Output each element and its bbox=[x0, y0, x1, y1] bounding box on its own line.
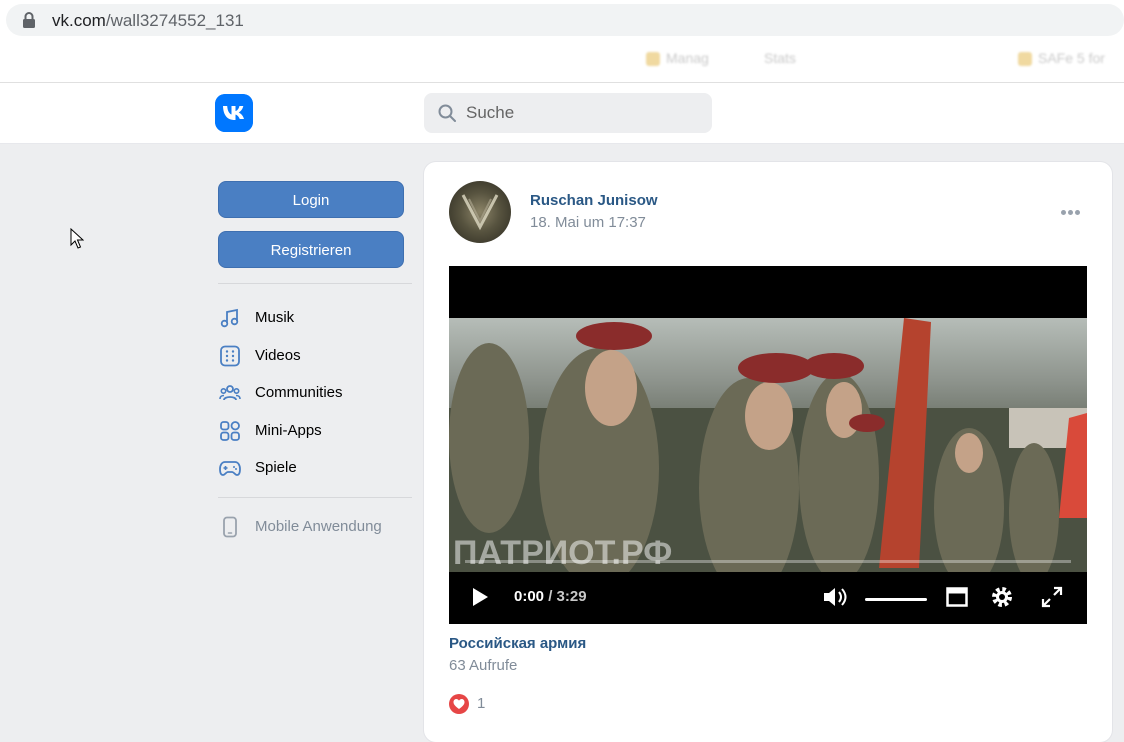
bookmark-label: Manag bbox=[666, 50, 709, 66]
avatar-emblem-icon bbox=[461, 194, 499, 231]
more-options-icon[interactable] bbox=[1061, 202, 1083, 215]
login-button[interactable]: Login bbox=[218, 181, 404, 218]
time-separator: / bbox=[544, 588, 557, 605]
smartphone-icon bbox=[223, 516, 237, 537]
video-duration: 3:29 bbox=[556, 588, 587, 605]
lock-icon bbox=[23, 12, 35, 28]
settings-gear-icon[interactable] bbox=[989, 584, 1015, 610]
search-box[interactable]: Suche bbox=[424, 93, 712, 133]
communities-icon bbox=[219, 385, 241, 401]
sidebar-item-label: Videos bbox=[255, 346, 301, 364]
video-progress-bar[interactable] bbox=[465, 560, 1071, 563]
mini-apps-icon bbox=[220, 420, 240, 441]
address-bar[interactable]: vk.com/wall3274552_131 bbox=[6, 4, 1124, 36]
sidebar-item-music[interactable]: Musik bbox=[218, 301, 412, 339]
mouse-cursor-icon bbox=[70, 228, 84, 249]
url-text: vk.com/wall3274552_131 bbox=[52, 11, 244, 31]
bookmark-item[interactable]: SAFe 5 for bbox=[1018, 50, 1105, 67]
bookmark-item[interactable]: Manag bbox=[646, 50, 709, 67]
sidebar-item-games[interactable]: Spiele bbox=[218, 451, 412, 489]
miniplayer-icon[interactable] bbox=[946, 587, 968, 607]
sidebar-item-videos[interactable]: Videos bbox=[218, 339, 412, 377]
post-author[interactable]: Ruschan Junisow bbox=[530, 192, 658, 209]
post-card: Ruschan Junisow 18. Mai um 17:37 ПАТРИОТ… bbox=[424, 162, 1112, 742]
bookmarks-bar: Manag Stats SAFe 5 for bbox=[0, 40, 1124, 80]
post-date[interactable]: 18. Mai um 17:37 bbox=[530, 214, 646, 231]
bookmark-label: Stats bbox=[764, 50, 796, 66]
play-icon[interactable] bbox=[471, 587, 489, 607]
volume-icon[interactable] bbox=[822, 586, 850, 608]
sidebar-item-label: Spiele bbox=[255, 459, 297, 476]
view-count: 63 Aufrufe bbox=[449, 657, 518, 674]
search-placeholder: Suche bbox=[466, 103, 515, 122]
video-frame[interactable]: ПАТРИОТ.РФ bbox=[449, 318, 1087, 573]
url-path: /wall3274552_131 bbox=[105, 11, 244, 30]
vk-logo-icon[interactable] bbox=[215, 94, 253, 132]
sidebar-item-label: Musik bbox=[255, 309, 295, 326]
url-host: vk.com bbox=[52, 11, 106, 30]
videos-icon bbox=[220, 345, 240, 366]
browser-toolbar: vk.com/wall3274552_131 Manag Stats SAFe … bbox=[0, 0, 1124, 83]
fullscreen-icon[interactable] bbox=[1041, 586, 1063, 608]
sidebar-item-communities[interactable]: Communities bbox=[218, 376, 412, 414]
bookmark-icon bbox=[1018, 52, 1032, 67]
like-count: 1 bbox=[477, 695, 486, 712]
avatar[interactable] bbox=[449, 181, 511, 243]
sidebar-item-label: Mobile Anwendung bbox=[255, 517, 382, 535]
vk-header: Suche bbox=[0, 83, 1124, 144]
sidebar-item-label: Mini-Apps bbox=[255, 421, 322, 439]
heart-icon bbox=[449, 694, 469, 714]
bookmark-icon bbox=[646, 52, 660, 67]
left-sidebar: Login Registrieren Musik Videos Communit… bbox=[218, 181, 412, 547]
video-watermark: ПАТРИОТ.РФ bbox=[453, 534, 672, 572]
sidebar-item-mobile-app[interactable]: Mobile Anwendung bbox=[218, 510, 412, 548]
register-button[interactable]: Registrieren bbox=[218, 231, 404, 268]
bookmark-item[interactable]: Stats bbox=[764, 50, 796, 66]
volume-slider[interactable] bbox=[865, 598, 927, 601]
video-controls: 0:00 / 3:29 bbox=[449, 572, 1087, 624]
sidebar-item-mini-apps[interactable]: Mini-Apps bbox=[218, 414, 412, 452]
video-player[interactable]: ПАТРИОТ.РФ 0:00 / 3:29 bbox=[449, 266, 1087, 624]
sidebar-item-label: Communities bbox=[255, 384, 343, 401]
search-icon bbox=[438, 104, 456, 122]
video-thumbnail: ПАТРИОТ.РФ bbox=[449, 318, 1087, 573]
video-time: 0:00 / 3:29 bbox=[514, 588, 587, 605]
gamepad-icon bbox=[219, 461, 241, 476]
current-time: 0:00 bbox=[514, 588, 545, 605]
bookmark-label: SAFe 5 for bbox=[1038, 50, 1105, 66]
music-icon bbox=[220, 308, 239, 328]
video-title[interactable]: Российская армия bbox=[449, 635, 586, 652]
